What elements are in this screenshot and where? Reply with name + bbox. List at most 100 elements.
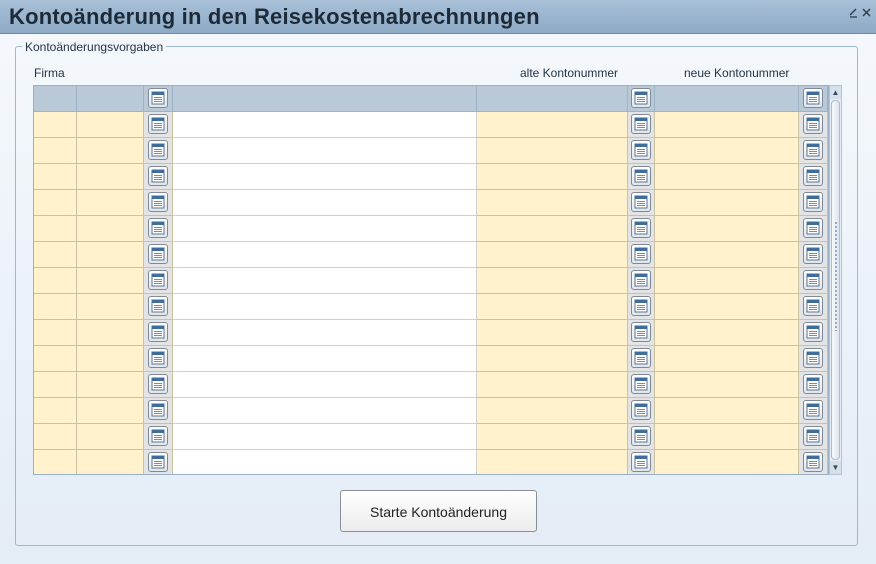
value-help-icon[interactable] xyxy=(148,88,168,108)
cell-code[interactable] xyxy=(77,372,144,398)
cell-alte-kontonummer[interactable] xyxy=(477,164,628,190)
cell-firma[interactable] xyxy=(34,320,77,346)
cell-alte-kontonummer[interactable] xyxy=(477,86,628,112)
value-help-icon[interactable] xyxy=(631,296,651,316)
cell-text[interactable] xyxy=(173,242,477,268)
cell-text[interactable] xyxy=(173,398,477,424)
cell-text[interactable] xyxy=(173,216,477,242)
value-help-icon[interactable] xyxy=(803,270,823,290)
value-help-icon[interactable] xyxy=(803,192,823,212)
cell-text[interactable] xyxy=(173,346,477,372)
value-help-icon[interactable] xyxy=(148,218,168,238)
scroll-up-icon[interactable]: ▲ xyxy=(830,86,841,99)
value-help-icon[interactable] xyxy=(148,192,168,212)
cell-alte-kontonummer[interactable] xyxy=(477,424,628,450)
value-help-icon[interactable] xyxy=(148,114,168,134)
value-help-icon[interactable] xyxy=(148,140,168,160)
value-help-icon[interactable] xyxy=(148,166,168,186)
value-help-icon[interactable] xyxy=(803,348,823,368)
cell-firma[interactable] xyxy=(34,242,77,268)
cell-neue-kontonummer[interactable] xyxy=(655,268,799,294)
cell-firma[interactable] xyxy=(34,164,77,190)
value-help-icon[interactable] xyxy=(803,88,823,108)
value-help-icon[interactable] xyxy=(148,348,168,368)
cell-neue-kontonummer[interactable] xyxy=(655,372,799,398)
cell-neue-kontonummer[interactable] xyxy=(655,112,799,138)
cell-firma[interactable] xyxy=(34,86,77,112)
cell-text[interactable] xyxy=(173,424,477,450)
cell-firma[interactable] xyxy=(34,216,77,242)
value-help-icon[interactable] xyxy=(631,166,651,186)
cell-text[interactable] xyxy=(173,294,477,320)
value-help-icon[interactable] xyxy=(803,114,823,134)
value-help-icon[interactable] xyxy=(148,452,168,472)
cell-text[interactable] xyxy=(173,112,477,138)
cell-text[interactable] xyxy=(173,190,477,216)
cell-alte-kontonummer[interactable] xyxy=(477,346,628,372)
value-help-icon[interactable] xyxy=(631,348,651,368)
cell-neue-kontonummer[interactable] xyxy=(655,294,799,320)
cell-neue-kontonummer[interactable] xyxy=(655,216,799,242)
cell-alte-kontonummer[interactable] xyxy=(477,398,628,424)
cell-text[interactable] xyxy=(173,164,477,190)
cell-firma[interactable] xyxy=(34,294,77,320)
value-help-icon[interactable] xyxy=(631,426,651,446)
cell-text[interactable] xyxy=(173,138,477,164)
cell-text[interactable] xyxy=(173,268,477,294)
value-help-icon[interactable] xyxy=(148,296,168,316)
cell-code[interactable] xyxy=(77,450,144,474)
value-help-icon[interactable] xyxy=(803,322,823,342)
cell-alte-kontonummer[interactable] xyxy=(477,450,628,474)
value-help-icon[interactable] xyxy=(803,166,823,186)
value-help-icon[interactable] xyxy=(148,244,168,264)
cell-firma[interactable] xyxy=(34,346,77,372)
cell-alte-kontonummer[interactable] xyxy=(477,294,628,320)
cell-alte-kontonummer[interactable] xyxy=(477,112,628,138)
cell-alte-kontonummer[interactable] xyxy=(477,190,628,216)
value-help-icon[interactable] xyxy=(631,192,651,212)
cell-firma[interactable] xyxy=(34,372,77,398)
value-help-icon[interactable] xyxy=(148,374,168,394)
value-help-icon[interactable] xyxy=(148,322,168,342)
cell-code[interactable] xyxy=(77,190,144,216)
scroll-down-icon[interactable]: ▼ xyxy=(830,461,841,474)
cell-code[interactable] xyxy=(77,112,144,138)
cell-neue-kontonummer[interactable] xyxy=(655,164,799,190)
cell-neue-kontonummer[interactable] xyxy=(655,242,799,268)
grid-scrollbar[interactable]: ▲ ▼ xyxy=(829,85,842,475)
cell-neue-kontonummer[interactable] xyxy=(655,320,799,346)
cell-firma[interactable] xyxy=(34,268,77,294)
value-help-icon[interactable] xyxy=(803,218,823,238)
cell-code[interactable] xyxy=(77,216,144,242)
cell-code[interactable] xyxy=(77,268,144,294)
cell-firma[interactable] xyxy=(34,190,77,216)
cell-alte-kontonummer[interactable] xyxy=(477,268,628,294)
value-help-icon[interactable] xyxy=(803,244,823,264)
cell-code[interactable] xyxy=(77,86,144,112)
cell-code[interactable] xyxy=(77,346,144,372)
cell-neue-kontonummer[interactable] xyxy=(655,138,799,164)
cell-neue-kontonummer[interactable] xyxy=(655,346,799,372)
value-help-icon[interactable] xyxy=(631,400,651,420)
cell-text[interactable] xyxy=(173,320,477,346)
scrollbar-thumb[interactable] xyxy=(831,100,840,460)
cell-neue-kontonummer[interactable] xyxy=(655,190,799,216)
value-help-icon[interactable] xyxy=(631,452,651,472)
cell-text[interactable] xyxy=(173,450,477,474)
start-kontoaenderung-button[interactable]: Starte Kontoänderung xyxy=(340,490,537,532)
close-icon[interactable] xyxy=(861,7,872,18)
cell-neue-kontonummer[interactable] xyxy=(655,398,799,424)
cell-neue-kontonummer[interactable] xyxy=(655,86,799,112)
cell-alte-kontonummer[interactable] xyxy=(477,138,628,164)
cell-firma[interactable] xyxy=(34,424,77,450)
cell-code[interactable] xyxy=(77,294,144,320)
cell-alte-kontonummer[interactable] xyxy=(477,216,628,242)
value-help-icon[interactable] xyxy=(148,270,168,290)
minimize-icon[interactable] xyxy=(848,7,859,18)
value-help-icon[interactable] xyxy=(631,244,651,264)
value-help-icon[interactable] xyxy=(631,322,651,342)
cell-firma[interactable] xyxy=(34,398,77,424)
value-help-icon[interactable] xyxy=(631,270,651,290)
cell-neue-kontonummer[interactable] xyxy=(655,450,799,474)
cell-text[interactable] xyxy=(173,86,477,112)
